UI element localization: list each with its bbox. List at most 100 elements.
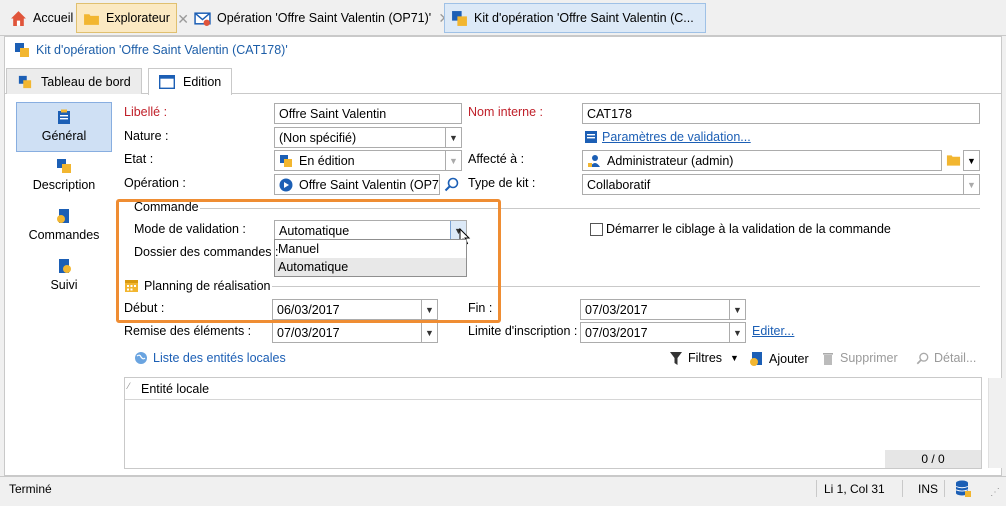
highlight-box (116, 199, 501, 323)
etat-select[interactable]: En édition ▼ (274, 150, 462, 171)
cursor-position: Li 1, Col 31 (824, 482, 885, 496)
chevron-down-icon: ▼ (967, 155, 976, 166)
kit-icon (452, 10, 467, 26)
tab-operation-label: Opération 'Offre Saint Valentin (OP71)' (217, 11, 432, 25)
affecte-dropdown[interactable]: ▼ (963, 150, 980, 171)
status-bar: Terminé Li 1, Col 31 INS ⋰ (0, 476, 1006, 500)
affecte-input[interactable]: Administrateur (admin) (582, 150, 942, 171)
libelle-value: Offre Saint Valentin (279, 106, 387, 121)
nom-interne-value: CAT178 (587, 106, 632, 121)
chevron-down-icon[interactable]: ▼ (421, 323, 437, 342)
limite-date[interactable]: 07/03/2017 ▼ (580, 322, 746, 343)
column-entite-locale[interactable]: Entité locale (141, 382, 209, 396)
dashboard-icon (18, 75, 32, 88)
nav-commandes-label: Commandes (28, 228, 100, 242)
etat-label: Etat : (124, 152, 154, 166)
detail-label: Détail... (934, 351, 977, 365)
home-icon (11, 10, 26, 26)
top-tab-strip: Accueil Explorateur ✕ Opération 'Offre S… (0, 0, 1006, 36)
filters-button[interactable]: Filtres ▼ (670, 351, 739, 365)
chevron-down-icon: ▼ (730, 353, 739, 363)
nav-description-label: Description (32, 178, 96, 192)
tab-tableau-de-bord[interactable]: Tableau de bord (6, 68, 142, 94)
nav-commandes[interactable]: Commandes (16, 202, 112, 252)
record-count: 0 / 0 (885, 450, 981, 468)
remise-date[interactable]: 07/03/2017 ▼ (272, 322, 438, 343)
general-icon (58, 109, 70, 124)
tab-kit-label: Kit d'opération 'Offre Saint Valentin (C… (474, 11, 694, 25)
operation-icon (194, 11, 211, 26)
tab-explorateur-label: Explorateur (106, 11, 170, 25)
sub-tab-strip: Tableau de bord Edition (4, 68, 1002, 95)
libelle-input[interactable]: Offre Saint Valentin (274, 103, 462, 124)
tab-operation[interactable]: Opération 'Offre Saint Valentin (OP71)' … (188, 3, 450, 33)
play-icon (279, 178, 293, 191)
magnifier-icon[interactable] (444, 177, 459, 192)
validation-params-icon (585, 131, 597, 143)
demarrer-ciblage-label: Démarrer le ciblage à la validation de l… (606, 222, 891, 236)
affecte-value: Administrateur (admin) (607, 153, 734, 168)
add-button[interactable]: Ajouter (750, 351, 809, 366)
folder-icon (84, 13, 99, 25)
nav-general-label: Général (41, 129, 87, 143)
resize-grip-icon[interactable]: ⋰ (990, 487, 1000, 498)
tab-kit-operation[interactable]: Kit d'opération 'Offre Saint Valentin (C… (444, 3, 706, 33)
tab-edition-label: Edition (183, 75, 222, 89)
nom-interne-input[interactable]: CAT178 (582, 103, 980, 124)
tab-tableau-label: Tableau de bord (41, 74, 131, 89)
scrollbar[interactable] (988, 378, 1002, 468)
local-entities-grid[interactable]: ⁄ Entité locale 0 / 0 (124, 377, 982, 469)
fin-value: 07/03/2017 (585, 302, 648, 317)
tab-accueil-label: Accueil (33, 11, 74, 25)
sort-icon: ⁄ (128, 381, 130, 391)
nav-general[interactable]: Général (16, 102, 112, 152)
folder-icon[interactable] (946, 153, 961, 167)
tab-explorateur[interactable]: Explorateur ✕ (76, 3, 189, 33)
limite-value: 07/03/2017 (585, 325, 648, 340)
add-label: Ajouter (769, 351, 809, 366)
globe-icon (135, 352, 147, 364)
local-entities-title: Liste des entités locales (134, 351, 286, 365)
nav-suivi[interactable]: Suivi (16, 252, 112, 302)
libelle-label: Libellé : (124, 105, 168, 119)
etat-value: En édition (299, 153, 355, 168)
chevron-down-icon[interactable]: ▼ (963, 175, 979, 194)
magnifier-icon (916, 352, 929, 364)
operation-input[interactable]: Offre Saint Valentin (OP71) (274, 174, 440, 195)
divider (816, 480, 817, 497)
type-kit-select[interactable]: Collaboratif ▼ (582, 174, 980, 195)
delete-label: Supprimer (840, 351, 898, 365)
chevron-down-icon[interactable]: ▼ (729, 323, 745, 342)
remise-value: 07/03/2017 (277, 325, 340, 340)
editer-link[interactable]: Editer... (752, 324, 794, 338)
database-icon (955, 480, 971, 497)
nature-value: (Non spécifié) (279, 130, 357, 145)
delete-button[interactable]: Supprimer (822, 351, 898, 365)
page-title: Kit d'opération 'Offre Saint Valentin (C… (14, 42, 288, 58)
insert-mode: INS (918, 482, 939, 496)
page-title-text: Kit d'opération 'Offre Saint Valentin (C… (36, 43, 288, 57)
demarrer-ciblage-checkbox[interactable] (590, 223, 603, 236)
filters-label: Filtres (688, 351, 723, 365)
local-entities-label: Liste des entités locales (153, 351, 286, 365)
validation-params-link[interactable]: Paramètres de validation... (602, 130, 751, 144)
detail-button[interactable]: Détail... (916, 351, 976, 365)
tab-edition[interactable]: Edition (148, 68, 233, 95)
chevron-down-icon[interactable]: ▼ (445, 128, 461, 147)
nav-description[interactable]: Description (16, 152, 112, 202)
trash-icon (823, 353, 833, 365)
filter-icon (670, 351, 682, 365)
edit-window-icon (159, 75, 175, 89)
chevron-down-icon[interactable]: ▼ (445, 151, 461, 170)
chevron-down-icon[interactable]: ▼ (729, 300, 745, 319)
divider (944, 480, 945, 497)
tab-accueil[interactable]: Accueil (4, 3, 79, 33)
nature-select[interactable]: (Non spécifié) ▼ (274, 127, 462, 148)
type-kit-label: Type de kit : (468, 176, 536, 190)
operation-value: Offre Saint Valentin (OP71) (299, 177, 440, 192)
description-icon (57, 159, 71, 173)
edit-status-icon (280, 154, 292, 167)
fin-date[interactable]: 07/03/2017 ▼ (580, 299, 746, 320)
affecte-label: Affecté à : (468, 152, 525, 166)
nature-label: Nature : (124, 129, 169, 143)
